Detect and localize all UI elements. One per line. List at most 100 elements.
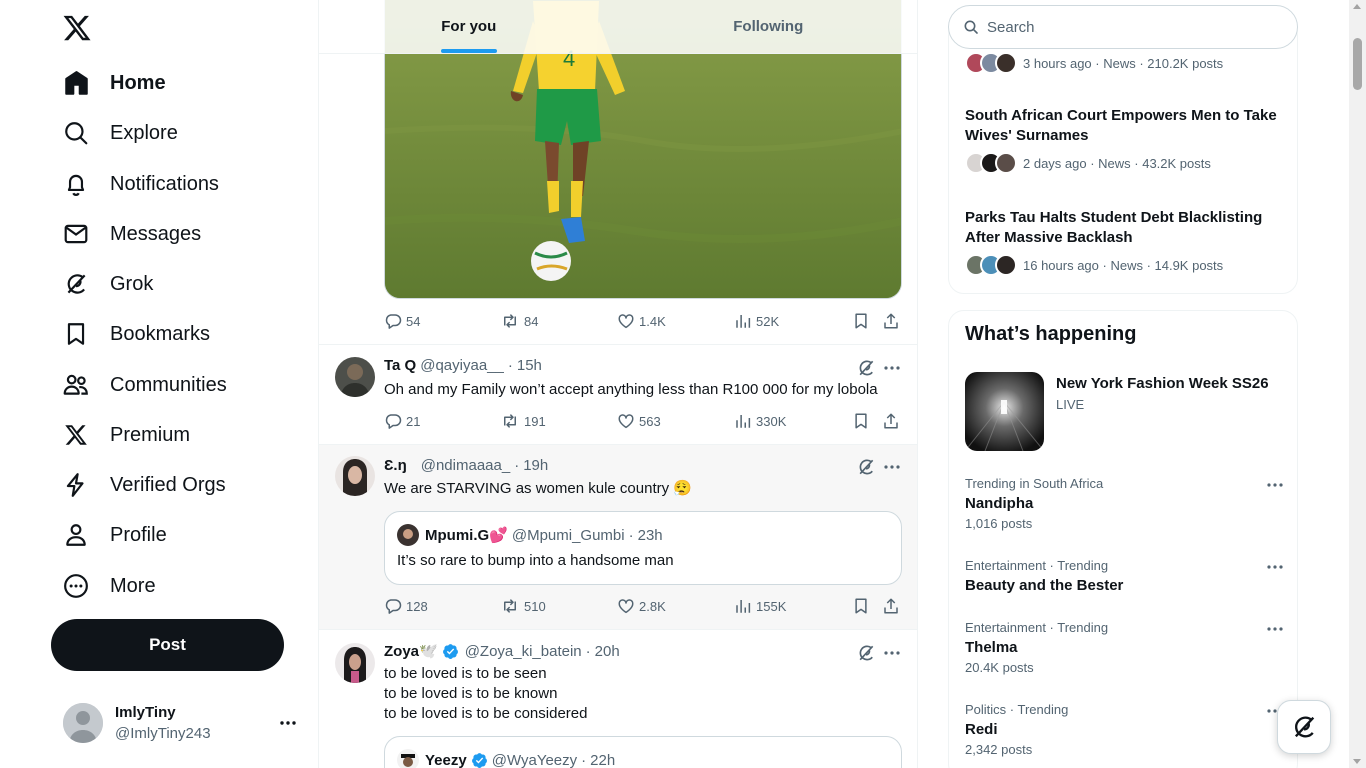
author-handle[interactable]: @qayiyaa__ — [420, 357, 504, 374]
scroll-down-arrow-icon[interactable] — [1353, 759, 1361, 764]
bookmark-button[interactable] — [852, 412, 874, 430]
share-icon — [882, 312, 904, 330]
author-handle[interactable]: @ndimaaaa_ — [421, 457, 510, 474]
live-event[interactable]: New York Fashion Week SS26 LIVE — [965, 372, 1285, 452]
news-item[interactable]: Parks Tau Halts Student Debt Blacklistin… — [965, 208, 1285, 276]
quoted-tweet[interactable]: Mpumi.G💕 @Mpumi_Gumbi · 23h It’s so rare… — [384, 511, 902, 585]
tab-following[interactable]: Following — [619, 0, 918, 53]
avatar-stack — [965, 254, 1017, 276]
nav-more[interactable]: More — [62, 566, 156, 606]
trend-item[interactable]: Entertainment · Trending Beauty and the … — [965, 558, 1285, 594]
reply-button[interactable]: 21 — [384, 412, 420, 430]
author-name[interactable]: Ta Q — [384, 357, 416, 374]
more-icon[interactable] — [882, 457, 902, 477]
tweet[interactable]: Ɛ.ŋ @ndimaaaa_ · 19h We are STARVING as … — [319, 445, 917, 630]
trend-context: Politics · Trending — [965, 702, 1069, 717]
nav-verified-orgs[interactable]: Verified Orgs — [62, 465, 226, 505]
bookmark-button[interactable] — [852, 312, 874, 330]
trend-item[interactable]: Trending in South Africa Nandipha 1,016 … — [965, 476, 1285, 531]
news-item[interactable]: 3 hours ago · News · 210.2K posts — [965, 52, 1285, 74]
more-circle-icon — [62, 572, 90, 600]
share-button[interactable] — [882, 312, 904, 330]
reply-button[interactable]: 54 — [384, 312, 420, 330]
like-button[interactable]: 2.8K — [617, 597, 666, 615]
post-button[interactable]: Post — [51, 619, 284, 671]
grok-icon — [62, 270, 90, 298]
account-switcher[interactable]: ImlyTiny @ImlyTiny243 — [50, 690, 308, 756]
tweet-time: 22h — [590, 751, 616, 768]
retweet-button[interactable]: 510 — [500, 597, 546, 615]
avatar — [995, 254, 1017, 276]
retweet-button[interactable]: 191 — [500, 412, 546, 430]
grok-icon[interactable] — [856, 358, 876, 378]
more-icon[interactable] — [1265, 558, 1285, 576]
more-icon[interactable] — [278, 714, 298, 732]
nav-messages[interactable]: Messages — [62, 214, 201, 254]
tweet-header: Ɛ.ŋ @ndimaaaa_ · 19h — [384, 457, 548, 474]
grok-icon[interactable] — [856, 457, 876, 477]
avatar[interactable] — [335, 643, 375, 683]
trend-context: Entertainment · Trending — [965, 558, 1109, 573]
nav-notifications[interactable]: Notifications — [62, 164, 219, 204]
nav-premium[interactable]: Premium — [62, 415, 190, 455]
nav-bookmarks[interactable]: Bookmarks — [62, 314, 210, 354]
nav-profile[interactable]: Profile — [62, 515, 167, 555]
retweet-count: 84 — [524, 313, 539, 329]
news-item[interactable]: South African Court Empowers Men to Take… — [965, 106, 1285, 174]
scroll-up-arrow-icon[interactable] — [1353, 4, 1361, 9]
scrollbar-thumb[interactable] — [1353, 38, 1362, 90]
reply-icon — [384, 312, 406, 330]
nav-home[interactable]: Home — [62, 63, 166, 103]
avatar[interactable] — [335, 456, 375, 496]
more-icon[interactable] — [882, 643, 902, 663]
share-button[interactable] — [882, 412, 904, 430]
share-button[interactable] — [882, 597, 904, 615]
nav-grok[interactable]: Grok — [62, 264, 153, 304]
tweet[interactable]: Zoya🕊️ @Zoya_ki_batein · 20h to be loved… — [319, 630, 917, 768]
trend-item[interactable]: Politics · Trending Redi 2,342 posts — [965, 702, 1285, 757]
bookmark-button[interactable] — [852, 597, 874, 615]
right-sidebar: 3 hours ago · News · 210.2K posts South … — [918, 0, 1366, 768]
nav-label: More — [110, 574, 156, 597]
views-button[interactable]: 155K — [734, 597, 786, 615]
news-meta: 16 hours ago · News · 14.9K posts — [1023, 257, 1224, 273]
tweet-time[interactable]: 15h — [517, 357, 542, 374]
author-name[interactable]: Zoya🕊️ — [384, 642, 438, 660]
news-meta: 2 days ago · News · 43.2K posts — [1023, 155, 1211, 171]
author-handle[interactable]: @Zoya_ki_batein — [465, 643, 582, 660]
tweet[interactable]: Ta Q @qayiyaa__ · 15h Oh and my Family w… — [319, 345, 917, 445]
whats-happening-panel: What’s happening New York Fashion Week S… — [948, 310, 1298, 768]
more-icon[interactable] — [882, 358, 902, 378]
retweet-button[interactable]: 84 — [500, 312, 538, 330]
views-button[interactable]: 52K — [734, 312, 779, 330]
quoted-tweet[interactable]: Yeezy @WyaYeezy · 22h — [384, 736, 902, 768]
more-icon[interactable] — [1265, 476, 1285, 494]
search-box[interactable] — [948, 5, 1298, 49]
like-button[interactable]: 563 — [617, 412, 661, 430]
reply-button[interactable]: 128 — [384, 597, 428, 615]
separator-dot: · — [507, 357, 513, 374]
tweet[interactable]: 54 84 1.4K 52K — [319, 300, 917, 345]
views-count: 52K — [756, 313, 780, 329]
avatar — [995, 152, 1017, 174]
nav-label: Home — [110, 71, 166, 94]
nav-communities[interactable]: Communities — [62, 365, 227, 405]
nav-explore[interactable]: Explore — [62, 113, 178, 153]
tweet-time[interactable]: 19h — [523, 457, 548, 474]
views-button[interactable]: 330K — [734, 412, 786, 430]
more-icon[interactable] — [1265, 620, 1285, 638]
author-name[interactable]: Ɛ.ŋ — [384, 457, 407, 474]
tweet-time[interactable]: 20h — [595, 643, 620, 660]
page-scrollbar[interactable] — [1349, 0, 1366, 768]
search-icon — [963, 19, 979, 35]
x-logo-icon[interactable] — [62, 13, 92, 43]
tab-for-you[interactable]: For you — [319, 0, 619, 53]
tweet-text: We are STARVING as women kule country 😮‍… — [384, 480, 692, 497]
trend-item[interactable]: Entertainment · Trending Thelma 20.4K po… — [965, 620, 1285, 675]
trend-name: Beauty and the Bester — [965, 577, 1124, 594]
grok-icon[interactable] — [856, 643, 876, 663]
grok-floating-button[interactable] — [1277, 700, 1331, 754]
like-button[interactable]: 1.4K — [617, 312, 666, 330]
search-input[interactable] — [987, 18, 1277, 36]
avatar[interactable] — [335, 357, 375, 397]
